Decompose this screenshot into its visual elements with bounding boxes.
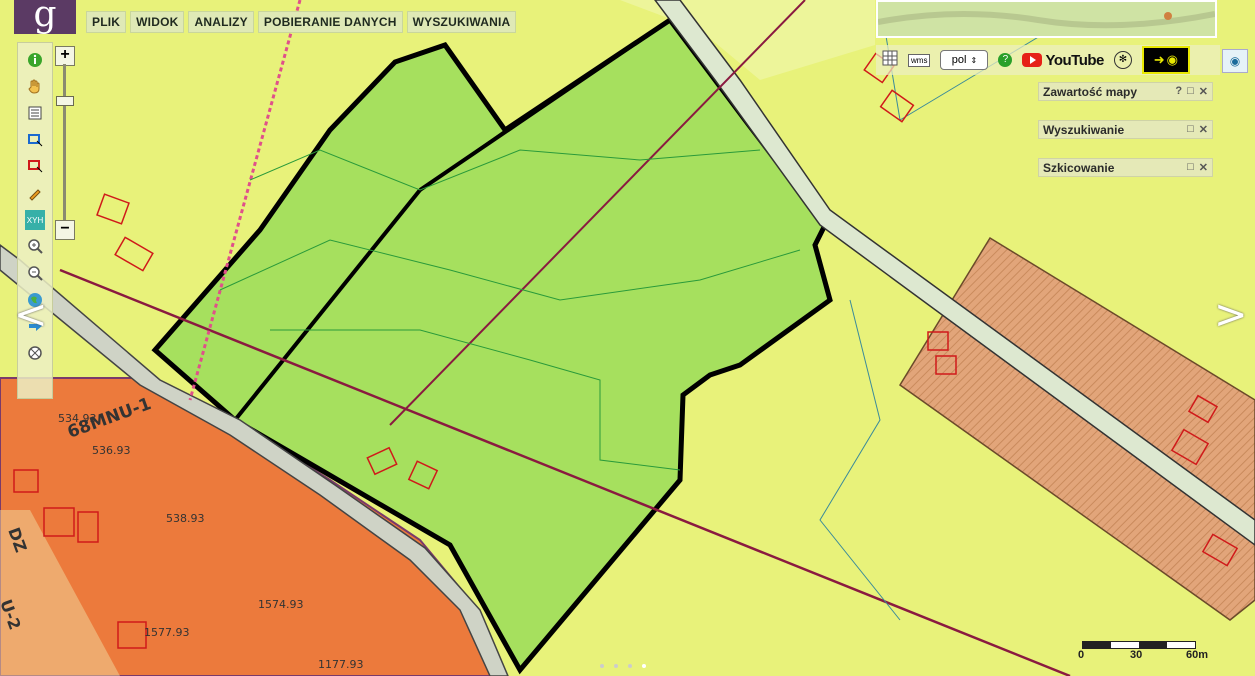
panel-title: Wyszukiwanie (1043, 122, 1125, 137)
panel-title: Szkicowanie (1043, 160, 1115, 175)
close-icon[interactable]: ✕ (1199, 161, 1208, 174)
menu-pobieranie-danych[interactable]: POBIERANIE DANYCH (257, 11, 403, 33)
scale-label: 0 (1078, 649, 1085, 661)
prev-arrow-icon[interactable]: < (14, 295, 48, 335)
maximize-icon[interactable]: □ (1187, 161, 1194, 174)
elevation-label: 534.93 (58, 412, 97, 425)
pager-dot[interactable] (600, 664, 604, 668)
language-value: pol (951, 54, 967, 66)
elevation-label: 538.93 (166, 512, 205, 525)
zoom-out-icon[interactable] (25, 263, 45, 283)
select-red-icon[interactable] (25, 156, 45, 176)
pager-dot[interactable] (628, 664, 632, 668)
panel-title: Zawartość mapy (1043, 84, 1138, 99)
elevation-label: 1577.93 (144, 626, 190, 639)
wms-button[interactable]: wms (908, 53, 931, 67)
accessibility-icon[interactable]: ✻ (1113, 51, 1132, 69)
menu-analizy[interactable]: ANALIZY (188, 11, 254, 33)
maximize-icon[interactable]: □ (1187, 123, 1194, 136)
chevron-updown-icon: ⇕ (970, 55, 978, 65)
youtube-link[interactable]: YouTube (1022, 51, 1104, 69)
app-logo[interactable]: g (14, 0, 76, 34)
panel-zawartosc-mapy[interactable]: Zawartość mapy ? □ ✕ (1038, 82, 1213, 101)
panel-wyszukiwanie[interactable]: Wyszukiwanie □ ✕ (1038, 120, 1213, 139)
zoom-in-icon[interactable] (25, 236, 45, 256)
arrow-icon: ➜ (1153, 52, 1165, 67)
top-right-toolbar: wms pol ⇕ ? YouTube ✻ ➜ ◉ (876, 45, 1220, 75)
legend-icon[interactable] (25, 103, 45, 123)
zoom-handle[interactable] (56, 96, 74, 106)
menu-plik[interactable]: PLIK (86, 11, 127, 33)
language-select[interactable]: pol ⇕ (940, 50, 989, 70)
main-menu: PLIK WIDOK ANALIZY POBIERANIE DANYCH WYS… (86, 11, 517, 33)
overview-map[interactable] (876, 0, 1217, 38)
elevation-label: 1574.93 (258, 598, 304, 611)
scale-bar-graphic (1082, 641, 1196, 649)
zoom-plus-button[interactable]: + (55, 46, 75, 66)
crosshair-icon[interactable] (25, 343, 45, 363)
close-icon[interactable]: ✕ (1199, 123, 1208, 136)
scale-label: 60m (1186, 649, 1209, 661)
scale-label: 30 (1130, 649, 1143, 661)
info-icon[interactable] (25, 50, 45, 70)
zoom-track[interactable] (63, 64, 66, 220)
eye-icon: ◉ (1166, 52, 1179, 67)
elevation-label: 536.93 (92, 444, 131, 457)
visibility-eye-icon[interactable]: ◉ (1222, 49, 1248, 73)
zoom-slider: + − (54, 42, 76, 242)
pencil-icon[interactable] (25, 183, 45, 203)
scale-bar: 0 30 60m (1078, 640, 1218, 664)
select-blue-icon[interactable] (25, 130, 45, 150)
youtube-icon (1022, 53, 1043, 67)
panel-szkicowanie[interactable]: Szkicowanie □ ✕ (1038, 158, 1213, 177)
map-canvas[interactable]: 68MNU-1 U-2 DZ 534.93 536.93 538.93 1574… (0, 0, 1255, 676)
pager-dot[interactable] (614, 664, 618, 668)
youtube-label: YouTube (1045, 51, 1104, 69)
help-icon[interactable]: ? (998, 53, 1013, 67)
next-arrow-icon[interactable]: > (1214, 295, 1248, 335)
tool-panel: XYH (17, 42, 53, 399)
menu-widok[interactable]: WIDOK (130, 11, 185, 33)
contrast-toggle-button[interactable]: ➜ ◉ (1141, 46, 1190, 74)
pager-dot[interactable] (642, 664, 646, 668)
close-icon[interactable]: ✕ (1199, 85, 1208, 98)
maximize-icon[interactable]: □ (1187, 85, 1194, 98)
hand-pan-icon[interactable] (25, 76, 45, 96)
grid-icon[interactable] (882, 50, 898, 71)
zoom-minus-button[interactable]: − (55, 220, 75, 240)
pager (600, 664, 646, 668)
xyh-icon[interactable]: XYH (25, 210, 45, 230)
help-button[interactable]: ? (1175, 85, 1182, 98)
elevation-label: 1177.93 (318, 658, 364, 671)
menu-wyszukiwania[interactable]: WYSZUKIWANIA (406, 11, 517, 33)
